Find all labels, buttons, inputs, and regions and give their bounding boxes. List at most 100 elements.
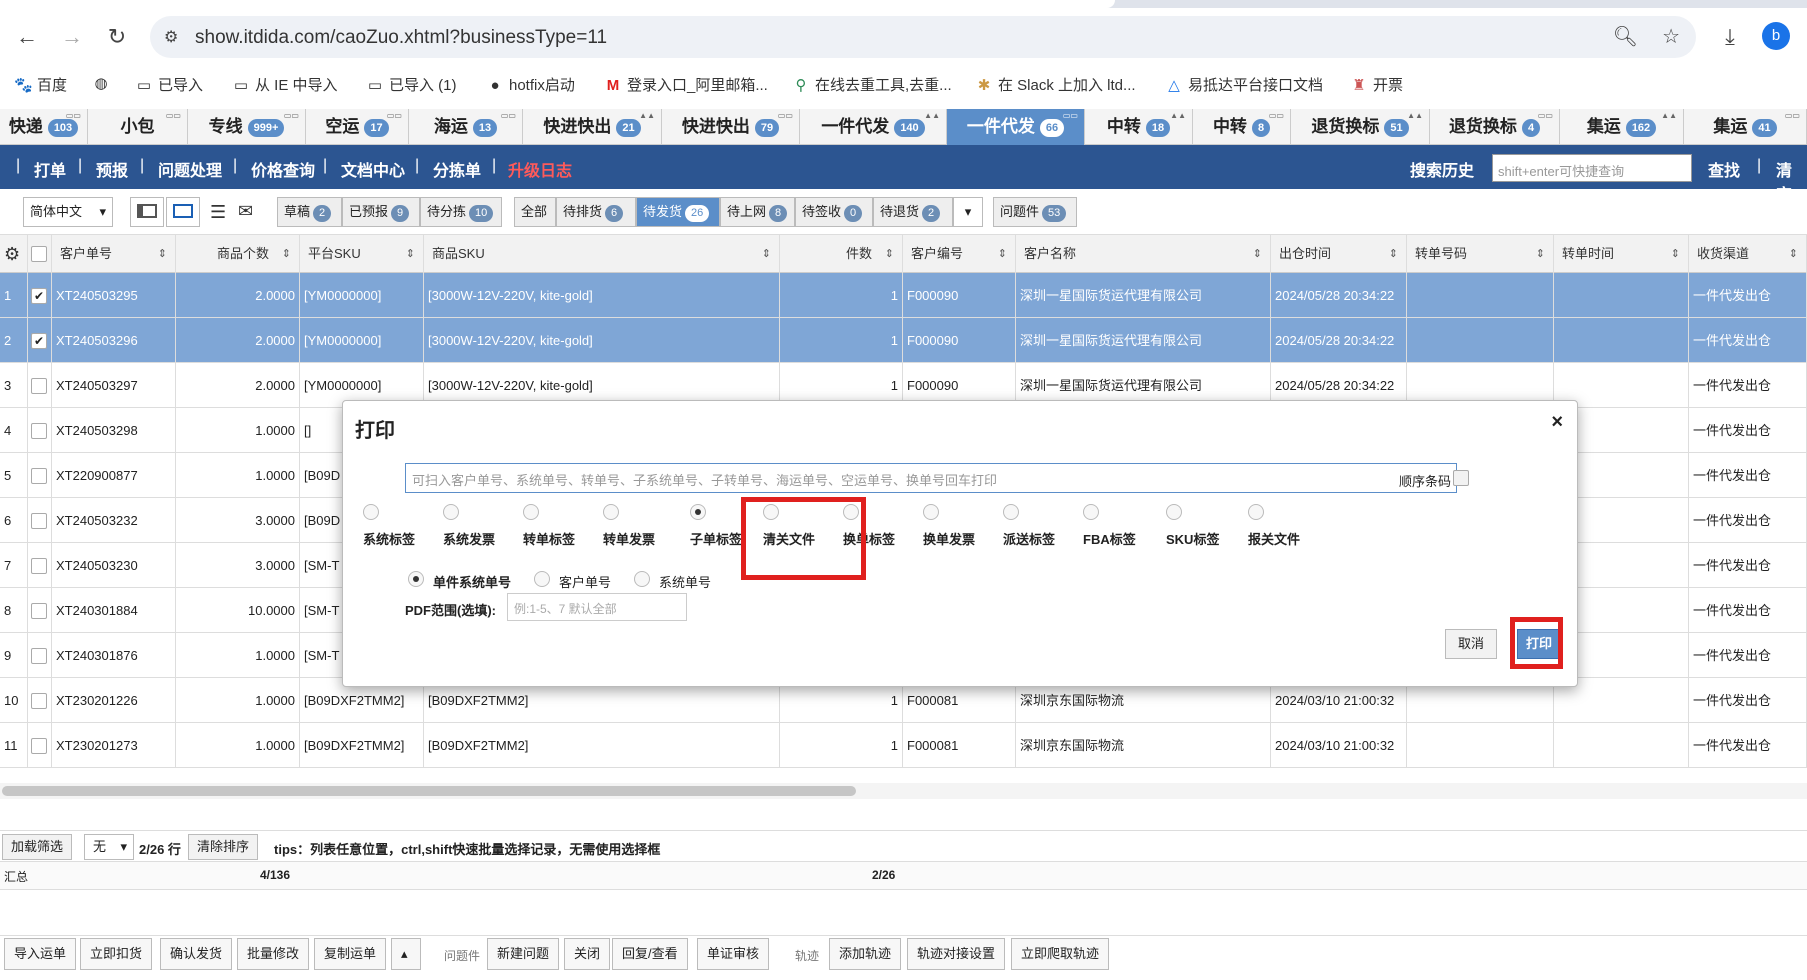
layout-full-icon[interactable] xyxy=(166,197,200,227)
quick-search-input[interactable]: shift+enter可快捷查询 xyxy=(1492,154,1692,182)
option-radio[interactable] xyxy=(1166,504,1182,520)
reload-icon[interactable]: ↻ xyxy=(100,20,134,54)
list-view-icon[interactable]: ☰ xyxy=(210,202,226,223)
bookmark-folder[interactable]: ▭ 已导入 (1) xyxy=(366,74,457,95)
filter-problem[interactable]: 问题件 53 xyxy=(993,197,1077,227)
back-icon[interactable]: ← xyxy=(10,20,44,54)
col-goods-count[interactable]: 商品个数 ⇕ xyxy=(176,235,300,273)
option-radio[interactable] xyxy=(523,504,539,520)
menu-price-query[interactable]: 价格查询 xyxy=(251,157,315,181)
menu-doc-center[interactable]: 文档中心 xyxy=(341,157,405,181)
cancel-button[interactable]: 取消 xyxy=(1445,629,1497,659)
row-checkbox[interactable]: ✔ xyxy=(28,273,52,318)
checkbox[interactable] xyxy=(31,693,47,709)
row-checkbox[interactable] xyxy=(28,543,52,588)
more-actions-button[interactable]: ▴ xyxy=(391,938,421,970)
find-button[interactable]: 查找 xyxy=(1708,157,1740,181)
close-button[interactable]: 关闭 xyxy=(564,938,611,970)
tab-express[interactable]: 快递 103 ▭▭ xyxy=(0,109,88,145)
add-track-button[interactable]: 添加轨迹 xyxy=(829,938,902,970)
bookmark-item[interactable]: ⚲ 在线去重工具,去重... xyxy=(792,74,952,95)
filter-to-arrange[interactable]: 待排货 6 xyxy=(556,197,636,227)
checkbox[interactable]: ✔ xyxy=(31,333,47,349)
crawl-track-button[interactable]: 立即爬取轨迹 xyxy=(1011,938,1110,970)
checkbox[interactable] xyxy=(31,513,47,529)
bookmark-item[interactable]: 🐾 百度 xyxy=(14,74,67,95)
radio-system-no[interactable] xyxy=(634,571,650,587)
option-radio[interactable] xyxy=(690,504,706,520)
select-all-checkbox[interactable] xyxy=(28,235,52,273)
col-transfer-no[interactable]: 转单号码 ⇕ xyxy=(1407,235,1554,273)
reply-view-button[interactable]: 回复/查看 xyxy=(612,938,688,970)
bookmark-folder[interactable]: ▭ 从 IE 中导入 xyxy=(232,74,338,95)
col-customer-name[interactable]: 客户名称 ⇕ xyxy=(1016,235,1271,273)
menu-print-order[interactable]: 打单 xyxy=(34,157,66,181)
tab-consolidation-a[interactable]: 集运 162 ▲▲ xyxy=(1560,109,1684,145)
confirm-ship-button[interactable]: 确认发货 xyxy=(160,938,233,970)
tab-dropship-b[interactable]: 一件代发 66 ▭▭ xyxy=(947,109,1085,145)
checkbox[interactable] xyxy=(31,423,47,439)
table-row[interactable]: 1 ✔ XT240503295 2.0000 [YM0000000] [3000W-12V… xyxy=(0,273,1807,318)
tab-small-packet[interactable]: 小包 ▭▭ xyxy=(88,109,188,145)
import-orders-button[interactable]: 导入运单 xyxy=(4,938,77,970)
option-radio[interactable] xyxy=(1083,504,1099,520)
row-checkbox[interactable] xyxy=(28,678,52,723)
bookmark-item[interactable]: ◍ xyxy=(92,74,115,92)
col-customer-no[interactable]: 客户单号 ⇕ xyxy=(52,235,176,273)
option-radio[interactable] xyxy=(1248,504,1264,520)
checkbox[interactable] xyxy=(31,378,47,394)
bookmark-item[interactable]: ● hotfix启动 xyxy=(486,74,574,95)
filter-draft[interactable]: 草稿 2 xyxy=(277,197,342,227)
col-customer-code[interactable]: 客户编号 ⇕ xyxy=(903,235,1016,273)
profile-avatar[interactable]: b xyxy=(1762,22,1790,50)
layout-left-icon[interactable] xyxy=(130,197,164,227)
active-tab[interactable] xyxy=(0,0,1115,8)
menu-upgrade-log[interactable]: 升级日志 xyxy=(508,157,572,181)
table-row[interactable]: 2 ✔ XT240503296 2.0000 [YM0000000] [3000W-12V… xyxy=(0,318,1807,363)
tab-return-relabel-b[interactable]: 退货换标 4 ▭▭ xyxy=(1430,109,1560,145)
row-checkbox[interactable] xyxy=(28,363,52,408)
col-transfer-time[interactable]: 转单时间 ⇕ xyxy=(1554,235,1689,273)
pdf-range-input[interactable]: 例:1-5、7 默认全部 xyxy=(507,593,687,621)
hold-goods-button[interactable]: 立即扣货 xyxy=(80,938,153,970)
option-radio[interactable] xyxy=(923,504,939,520)
bookmark-item[interactable]: ♜ 开票 xyxy=(1350,74,1403,95)
track-setup-button[interactable]: 轨迹对接设置 xyxy=(907,938,1006,970)
menu-forecast[interactable]: 预报 xyxy=(96,157,128,181)
gear-icon[interactable]: ⚙ xyxy=(0,235,28,273)
clear-sort-button[interactable]: 清除排序 xyxy=(188,834,259,860)
row-checkbox[interactable] xyxy=(28,498,52,543)
filter-to-ship[interactable]: 待发货 26 xyxy=(636,197,720,227)
checkbox[interactable] xyxy=(31,558,47,574)
option-radio[interactable] xyxy=(363,504,379,520)
search-history-link[interactable]: 搜索历史 xyxy=(1410,157,1474,181)
batch-edit-button[interactable]: 批量修改 xyxy=(237,938,310,970)
col-channel[interactable]: 收货渠道 ⇕ xyxy=(1689,235,1807,273)
col-out-time[interactable]: 出仓时间 ⇕ xyxy=(1271,235,1407,273)
filter-to-online[interactable]: 待上网 8 xyxy=(720,197,795,227)
menu-problem-handling[interactable]: 问题处理 xyxy=(158,157,222,181)
option-radio[interactable] xyxy=(603,504,619,520)
address-bar[interactable]: ⚙ show.itdida.com/caoZuo.xhtml?businessT… xyxy=(150,16,1696,58)
filter-select[interactable]: 无 ▾ xyxy=(84,834,134,860)
scan-input[interactable]: 可扫入客户单号、系统单号、转单号、子系统单号、子转单号、海运单号、空运单号、换单… xyxy=(405,463,1457,493)
url-text[interactable]: show.itdida.com/caoZuo.xhtml?businessTyp… xyxy=(195,27,607,49)
download-icon[interactable]: ⤓ xyxy=(1713,20,1747,54)
new-problem-button[interactable]: 新建问题 xyxy=(487,938,560,970)
load-filter-button[interactable]: 加载筛选 xyxy=(2,834,73,860)
tab-dropship-a[interactable]: 一件代发 140 ▲▲ xyxy=(800,109,947,145)
row-checkbox[interactable]: ✔ xyxy=(28,318,52,363)
row-checkbox[interactable] xyxy=(28,453,52,498)
row-checkbox[interactable] xyxy=(28,633,52,678)
table-row[interactable]: 11 XT230201273 1.0000 [B09DXF2TMM2] [B09DXF2… xyxy=(0,723,1807,768)
tab-air[interactable]: 空运 17 ▭▭ xyxy=(306,109,409,145)
checkbox[interactable] xyxy=(31,738,47,754)
filter-to-sort[interactable]: 待分拣 10 xyxy=(420,197,502,227)
checkbox[interactable]: ✔ xyxy=(31,288,47,304)
checkbox[interactable] xyxy=(31,648,47,664)
bookmark-folder[interactable]: ▭ 已导入 xyxy=(135,74,203,95)
bookmark-item[interactable]: M 登录入口_阿里邮箱... xyxy=(604,74,768,95)
order-barcode-checkbox[interactable] xyxy=(1453,470,1469,486)
forward-icon[interactable]: → xyxy=(55,20,89,54)
row-checkbox[interactable] xyxy=(28,588,52,633)
